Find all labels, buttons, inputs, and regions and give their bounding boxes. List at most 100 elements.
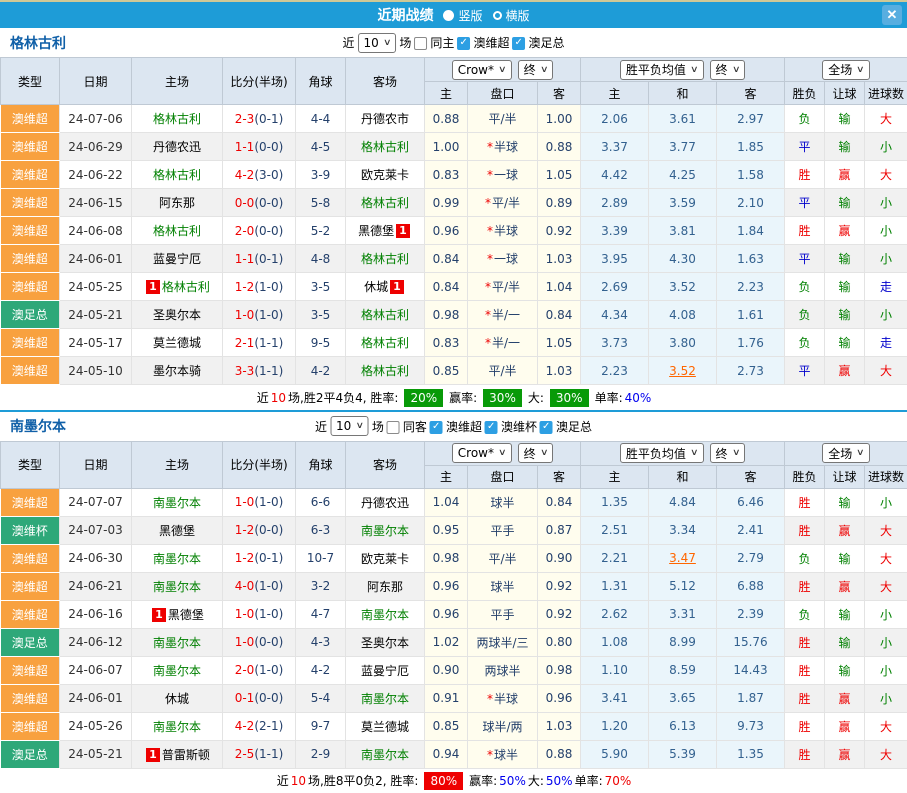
handicap-text: 一球 xyxy=(494,252,518,266)
team-name-text: 南墨尔本 xyxy=(153,720,201,734)
result-wdl: 负 xyxy=(785,273,825,301)
away-team: 格林古利 xyxy=(346,133,425,161)
league-badge: 澳足总 xyxy=(1,740,60,768)
col-handicap-home: 主 xyxy=(425,465,468,488)
match-row: 澳维超24-06-21南墨尔本4-0(1-0)3-2阿东那0.96球半0.921… xyxy=(1,572,907,600)
col-handicap: 盘口 xyxy=(468,82,538,105)
final-select-1[interactable]: 终∨ xyxy=(518,443,554,463)
scope-select[interactable]: 全场∨ xyxy=(822,443,870,463)
handicap-text: 半球 xyxy=(494,692,518,706)
league-badge: 澳维超 xyxy=(1,684,60,712)
star-marker: * xyxy=(485,280,491,294)
team-name-text: 格林古利 xyxy=(361,308,409,322)
col-result-goals: 进球数 xyxy=(865,465,907,488)
star-marker: * xyxy=(485,336,491,350)
halftime-score: (0-1) xyxy=(254,112,283,126)
team-name-text: 格林古利 xyxy=(361,364,409,378)
result-wdl: 负 xyxy=(785,329,825,357)
team-name-text: 南墨尔本 xyxy=(361,524,409,538)
company-select[interactable]: Crow*∨ xyxy=(452,60,512,80)
avg-away-odds: 1.87 xyxy=(717,684,785,712)
match-row: 澳维超24-07-06格林古利2-3(0-1)4-4丹德农市0.88平/半1.0… xyxy=(1,105,907,133)
corners: 4-5 xyxy=(296,133,346,161)
result-handicap: 赢 xyxy=(825,161,865,189)
avg-select[interactable]: 胜平负均值∨ xyxy=(620,60,704,80)
scope-select[interactable]: 全场∨ xyxy=(822,60,870,80)
final-select-1[interactable]: 终∨ xyxy=(518,60,554,80)
same-away-checkbox[interactable] xyxy=(387,421,400,434)
league-checkbox-vic-cup[interactable] xyxy=(485,421,498,434)
match-row: 澳维超24-05-26南墨尔本4-2(2-1)9-7莫兰德城0.85球半/两1.… xyxy=(1,712,907,740)
star-marker: * xyxy=(485,308,491,322)
summary-text: 赢率: xyxy=(469,774,497,788)
league-checkbox-cup[interactable] xyxy=(512,37,525,50)
league-checkbox-vpl[interactable] xyxy=(430,421,443,434)
avg-home-odds: 2.21 xyxy=(581,544,649,572)
result-group-header: 全场∨ xyxy=(785,441,907,465)
team-name: 南墨尔本 xyxy=(0,416,66,436)
league-badge: 澳维超 xyxy=(1,189,60,217)
filter-bar: 近 10 ∨ 场 同主 澳维超 澳足总 xyxy=(343,33,565,53)
league-checkbox-ffa-cup[interactable] xyxy=(540,421,553,434)
league-badge: 澳维超 xyxy=(1,245,60,273)
home-odds: 0.95 xyxy=(425,516,468,544)
col-handicap: 盘口 xyxy=(468,465,538,488)
avg-select[interactable]: 胜平负均值∨ xyxy=(620,443,704,463)
home-team: 黑德堡 xyxy=(132,516,223,544)
league-checkbox-vpl[interactable] xyxy=(457,37,470,50)
result-goals: 小 xyxy=(865,189,907,217)
halftime-score: (0-0) xyxy=(254,140,283,154)
summary-text: 近 xyxy=(257,391,269,405)
handicap-text: 平/半 xyxy=(492,196,520,210)
result-handicap: 赢 xyxy=(825,712,865,740)
corners: 2-9 xyxy=(296,740,346,768)
final-select-2[interactable]: 终∨ xyxy=(710,60,746,80)
match-date: 24-06-22 xyxy=(60,161,132,189)
result-wdl: 胜 xyxy=(785,516,825,544)
handicap-text: 半球 xyxy=(494,140,518,154)
home-odds: 0.83 xyxy=(425,329,468,357)
away-team: 丹德农迅 xyxy=(346,488,425,516)
chevron-down-icon: ∨ xyxy=(355,421,364,431)
close-button[interactable]: ✕ xyxy=(882,5,902,25)
avg-home-odds: 3.95 xyxy=(581,245,649,273)
same-home-checkbox[interactable] xyxy=(414,37,427,50)
match-count-select[interactable]: 10 ∨ xyxy=(358,33,397,53)
avg-draw-highlight[interactable]: 3.52 xyxy=(669,364,696,378)
halftime-score: (0-1) xyxy=(254,252,283,266)
handicap-text: 一球 xyxy=(494,168,518,182)
avg-draw-odds: 3.59 xyxy=(649,189,717,217)
home-team: 南墨尔本 xyxy=(132,628,223,656)
avg-home-odds: 2.06 xyxy=(581,105,649,133)
handicap-text: 平/半 xyxy=(492,280,520,294)
company-select[interactable]: Crow*∨ xyxy=(452,443,512,463)
result-goals: 大 xyxy=(865,572,907,600)
avg-draw-odds: 4.30 xyxy=(649,245,717,273)
team-name-text: 黑德堡 xyxy=(358,224,394,238)
team-name-text: 蓝曼宁厄 xyxy=(153,252,201,266)
final-select-2[interactable]: 终∨ xyxy=(710,443,746,463)
col-avg-draw: 和 xyxy=(649,82,717,105)
team-name-text: 墨尔本骑 xyxy=(153,364,201,378)
result-handicap: 输 xyxy=(825,488,865,516)
match-date: 24-06-16 xyxy=(60,600,132,628)
avg-draw-odds: 3.31 xyxy=(649,600,717,628)
result-wdl: 胜 xyxy=(785,656,825,684)
halftime-score: (1-0) xyxy=(254,280,283,294)
star-marker: * xyxy=(485,196,491,210)
team-name-text: 黑德堡 xyxy=(159,524,195,538)
fulltime-score: 0-0 xyxy=(235,196,255,210)
halftime-score: (1-1) xyxy=(254,336,283,350)
radio-vertical-layout[interactable]: 竖版 xyxy=(443,7,482,24)
star-marker: * xyxy=(487,224,493,238)
avg-draw-highlight[interactable]: 3.47 xyxy=(669,551,696,565)
near-label: 近 xyxy=(343,34,355,51)
match-count-select[interactable]: 10 ∨ xyxy=(330,416,369,436)
fulltime-score: 4-0 xyxy=(235,579,255,593)
match-row: 澳维超24-06-30南墨尔本1-2(0-1)10-7欧克莱卡0.98平/半0.… xyxy=(1,544,907,572)
away-team: 圣奥尔本 xyxy=(346,628,425,656)
halftime-score: (0-1) xyxy=(254,551,283,565)
result-wdl: 负 xyxy=(785,301,825,329)
radio-horizontal-layout[interactable]: 横版 xyxy=(493,7,530,24)
team-name-text: 南墨尔本 xyxy=(361,748,409,762)
